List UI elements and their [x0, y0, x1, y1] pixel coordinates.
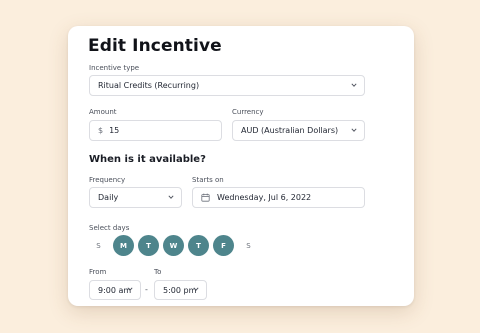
day-toggle-sunday[interactable]: S — [88, 235, 109, 256]
amount-input[interactable]: $ 15 — [89, 120, 222, 141]
amount-value: 15 — [109, 126, 120, 135]
amount-label: Amount — [89, 108, 117, 116]
currency-prefix: $ — [98, 126, 104, 135]
chevron-down-icon — [168, 194, 174, 200]
currency-value: AUD (Australian Dollars) — [241, 126, 339, 135]
chevron-down-icon — [351, 127, 357, 133]
to-time-value: 5:00 pm — [163, 285, 197, 295]
starts-on-label: Starts on — [192, 176, 224, 184]
calendar-icon — [201, 193, 210, 202]
to-time-select[interactable]: 5:00 pm — [154, 280, 207, 300]
currency-select[interactable]: AUD (Australian Dollars) — [232, 120, 365, 141]
starts-on-date-picker[interactable]: Wednesday, Jul 6, 2022 — [192, 187, 365, 208]
day-toggle-saturday[interactable]: S — [238, 235, 259, 256]
day-toggle-friday[interactable]: F — [213, 235, 234, 256]
currency-label: Currency — [232, 108, 264, 116]
incentive-type-label: Incentive type — [89, 64, 140, 72]
edit-incentive-card: Edit Incentive Incentive type Ritual Cre… — [68, 26, 414, 306]
time-range-separator: - — [145, 285, 148, 294]
day-toggle-thursday[interactable]: T — [188, 235, 209, 256]
day-toggle-wednesday[interactable]: W — [163, 235, 184, 256]
from-label: From — [89, 268, 107, 276]
chevron-down-icon — [351, 82, 357, 88]
chevron-down-icon — [193, 286, 199, 292]
availability-heading: When is it available? — [89, 154, 206, 165]
day-selector: SMTWTFS — [88, 235, 259, 256]
starts-on-value: Wednesday, Jul 6, 2022 — [217, 193, 312, 202]
incentive-type-select[interactable]: Ritual Credits (Recurring) — [89, 75, 365, 96]
frequency-label: Frequency — [89, 176, 126, 184]
day-toggle-monday[interactable]: M — [113, 235, 134, 256]
select-days-label: Select days — [89, 224, 130, 232]
from-time-select[interactable]: 9:00 am — [89, 280, 141, 300]
day-toggle-tuesday[interactable]: T — [138, 235, 159, 256]
frequency-select[interactable]: Daily — [89, 187, 182, 208]
incentive-type-value: Ritual Credits (Recurring) — [98, 81, 200, 90]
frequency-value: Daily — [98, 193, 119, 202]
to-label: To — [154, 268, 162, 276]
page-title: Edit Incentive — [88, 36, 222, 56]
chevron-down-icon — [127, 286, 133, 292]
